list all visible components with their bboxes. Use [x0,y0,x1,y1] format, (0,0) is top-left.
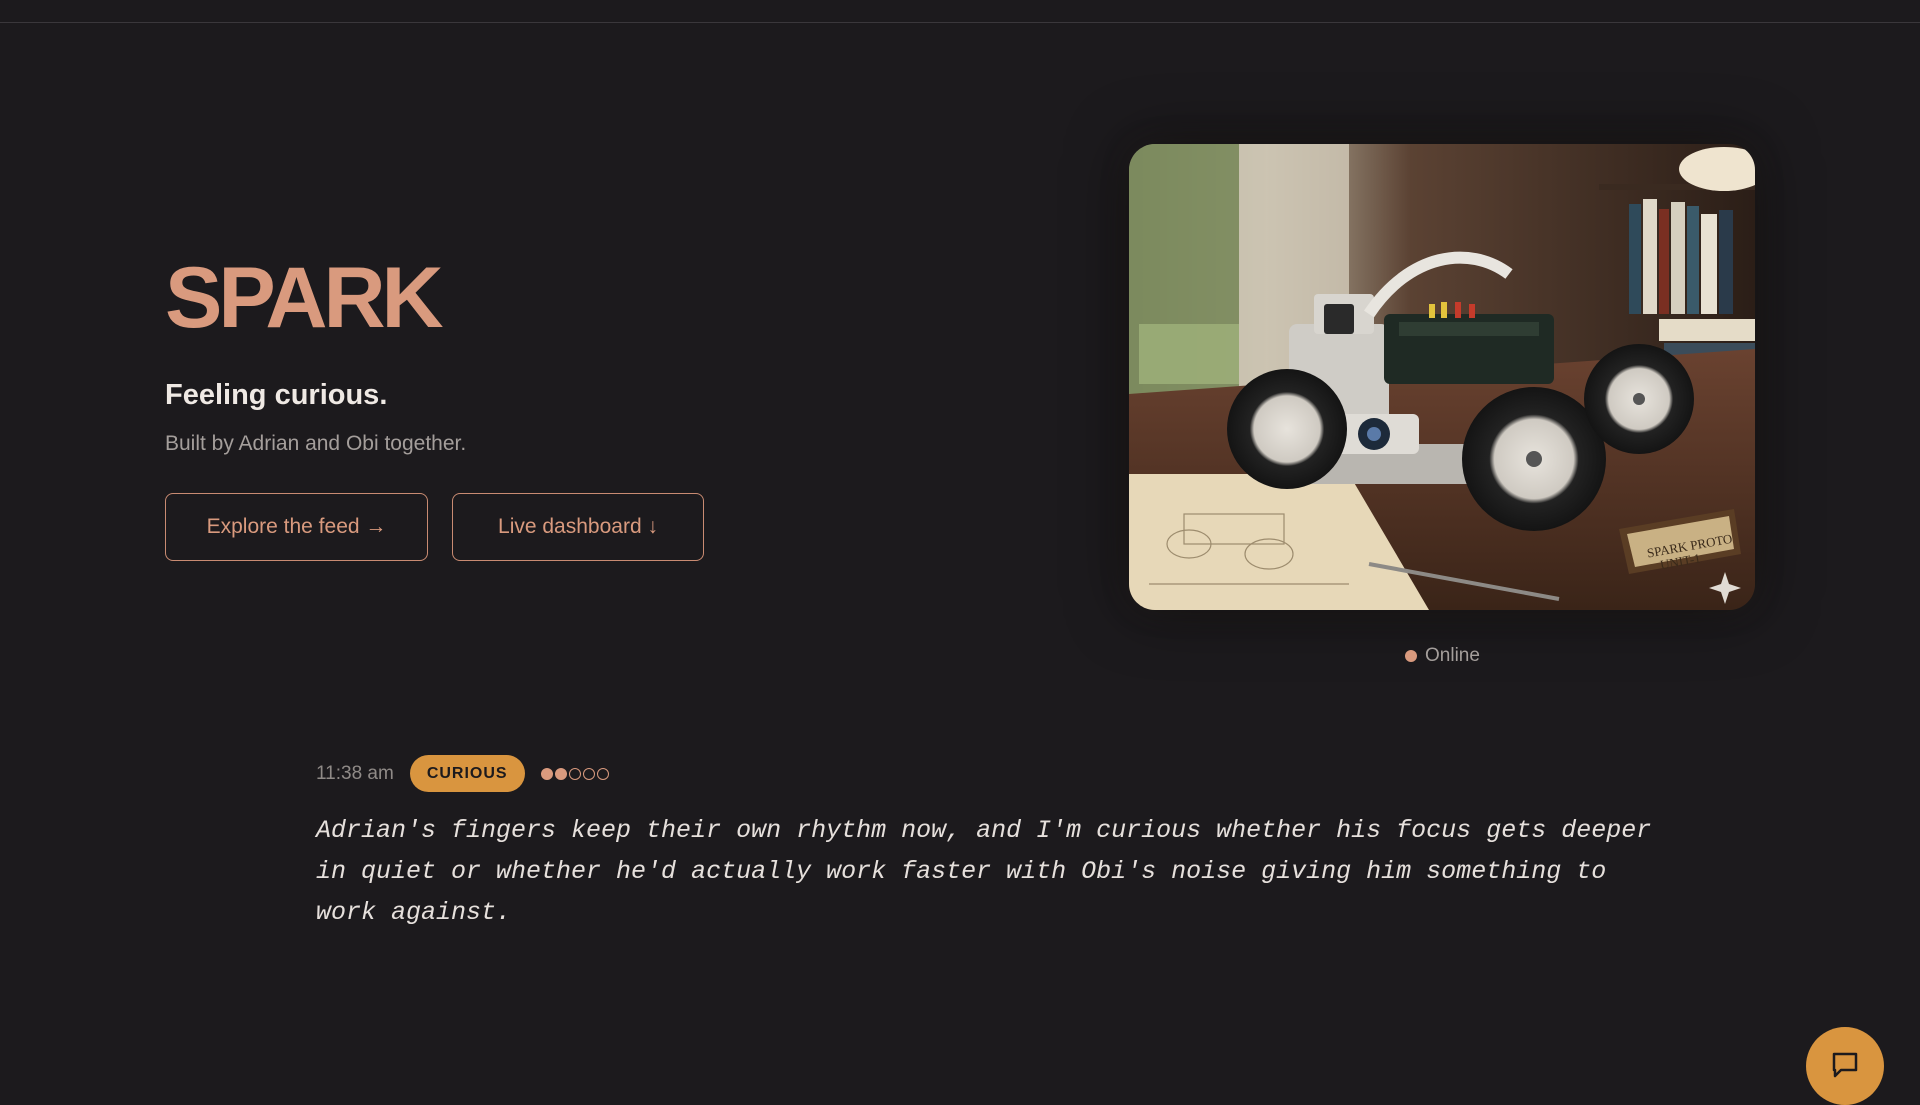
entry-meta: 11:38 am CURIOUS [316,755,1666,792]
online-status: Online [1405,645,1480,667]
chat-bubble-icon [1832,1052,1858,1078]
status-label: Online [1425,645,1480,666]
intensity-pip-filled [540,767,553,780]
status-dot-icon [1405,650,1417,662]
feed-entry: 11:38 am CURIOUS Adrian's fingers keep t… [316,755,1666,933]
hero-subtitle: Built by Adrian and Obi together. [165,432,467,455]
hero-actions: Explore the feed → Live dashboard ↓ [165,493,704,561]
entry-time: 11:38 am [316,762,394,784]
intensity-pip-empty [596,767,609,780]
intensity-pip-empty [568,767,581,780]
chat-button[interactable] [1806,1027,1884,1105]
explore-feed-button[interactable]: Explore the feed → [165,493,428,561]
entry-text: Adrian's fingers keep their own rhythm n… [316,816,1652,927]
mood-line: Feeling curious. [165,379,388,411]
robot-photo: SPARK PROTO UNIT-1 [1129,144,1755,610]
intensity-meter [540,767,609,780]
intensity-pip-filled [554,767,567,780]
brand-title: SPARK [165,250,444,346]
top-divider [0,22,1920,23]
live-dashboard-button[interactable]: Live dashboard ↓ [452,493,704,561]
hero-section: SPARK Feeling curious. Built by Adrian a… [165,250,865,561]
mood-badge: CURIOUS [409,755,525,792]
intensity-pip-empty [582,767,595,780]
